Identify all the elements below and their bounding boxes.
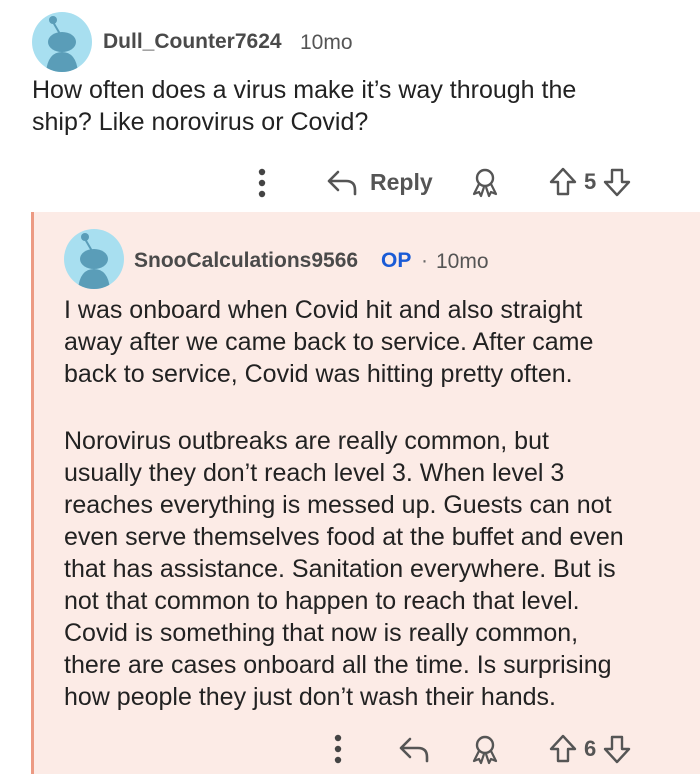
award-icon [472, 168, 498, 198]
reply-body-paragraph-2: Norovirus outbreaks are really common, b… [64, 427, 624, 711]
more-options-button[interactable] [248, 166, 276, 200]
reply-arrow-icon [399, 737, 429, 763]
snoo-avatar-icon [78, 233, 110, 289]
vote-count: 5 [584, 169, 597, 194]
more-vertical-icon [258, 168, 266, 198]
reply-username[interactable]: SnooCalculations9566 [134, 249, 358, 273]
reply-vote-count: 6 [584, 736, 597, 761]
downvote-arrow-icon[interactable] [602, 166, 632, 198]
meta-separator: · [421, 249, 428, 272]
comment-timestamp: 10mo [300, 31, 353, 54]
downvote-arrow-icon[interactable] [602, 733, 632, 765]
comment-username[interactable]: Dull_Counter7624 [103, 30, 282, 54]
snoo-avatar-icon [46, 16, 78, 72]
award-button[interactable] [470, 166, 500, 198]
reply-award-button[interactable] [470, 733, 500, 765]
more-vertical-icon [334, 734, 342, 764]
award-icon [472, 735, 498, 765]
reply-reply-button[interactable] [398, 734, 430, 764]
reply-user-avatar[interactable] [64, 229, 124, 289]
user-avatar[interactable] [32, 12, 92, 72]
reply-button[interactable]: Reply [326, 167, 433, 197]
upvote-arrow-icon[interactable] [548, 733, 578, 765]
comment-body: How often does a virus make it’s way thr… [32, 76, 577, 136]
reply-body-paragraph-1: I was onboard when Covid hit and also st… [64, 296, 594, 388]
reply-more-options-button[interactable] [324, 732, 352, 766]
upvote-arrow-icon[interactable] [548, 166, 578, 198]
reply-vote-controls: 6 [548, 733, 632, 765]
reply-label: Reply [370, 168, 433, 195]
reply-timestamp: 10mo [436, 250, 489, 273]
op-badge: OP [381, 249, 412, 272]
vote-controls: 5 [548, 166, 632, 198]
reply-arrow-icon [327, 170, 357, 196]
